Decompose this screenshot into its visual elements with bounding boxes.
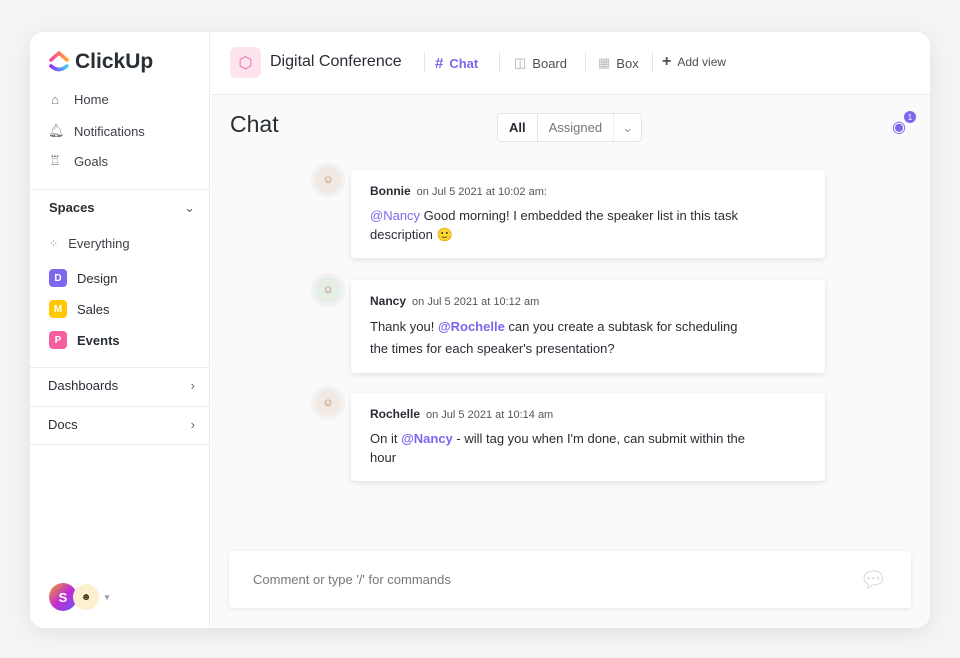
space-events[interactable]: P Events [49, 331, 120, 349]
spaces-header[interactable]: Spaces [49, 200, 95, 215]
divider [499, 52, 500, 72]
tab-label: Add view [677, 55, 727, 69]
message-author: Bonnie [370, 184, 411, 198]
space-label: Sales [77, 301, 110, 317]
hash-icon: # [435, 55, 444, 72]
spaces-label: Spaces [49, 200, 95, 215]
message-timestamp: on Jul 5 2021 at 10:12 am [412, 296, 540, 308]
tab-label: Chat [449, 56, 479, 71]
trophy-icon: ♖ [49, 153, 61, 168]
app-name: ClickUp [75, 50, 154, 73]
clickup-logo-icon [49, 51, 69, 72]
grid-icon: ⁘ [49, 238, 59, 250]
divider [424, 52, 425, 72]
filter-all[interactable]: All [498, 114, 538, 141]
sidebar-item-goals[interactable]: ♖ Goals [48, 153, 108, 169]
chevron-down-icon[interactable]: ⌄ [613, 114, 641, 141]
page-title: Digital Conference [270, 53, 402, 70]
space-label: Design [77, 270, 118, 286]
sidebar-item-label: Goals [74, 153, 108, 169]
divider [652, 52, 653, 72]
avatar: ☺ [315, 277, 341, 303]
mention-link[interactable]: @Rochelle [438, 319, 505, 334]
sidebar-item-home[interactable]: ⌂ Home [48, 92, 109, 107]
chevron-down-icon[interactable]: ⌄ [184, 200, 195, 216]
chevron-right-icon[interactable]: › [191, 378, 195, 393]
space-label: Events [77, 332, 120, 348]
add-view-button[interactable]: + Add view [662, 53, 726, 71]
chat-message: ☺ Nancy on Jul 5 2021 at 10:12 am Thank y… [315, 277, 825, 373]
divider [585, 52, 586, 72]
chat-message: ☺ Rochelle on Jul 5 2021 at 10:14 am On i… [315, 390, 825, 481]
message-text: On it [370, 431, 402, 446]
caret-down-icon: ▼ [103, 592, 111, 602]
app-window: ClickUp ⌂ Home 🔔︎ Notifications ♖ Goals Spa… [30, 32, 930, 628]
space-badge: D [49, 269, 67, 287]
cube-icon: ⬡ [230, 47, 261, 78]
sidebar-item-everything[interactable]: ⁘ Everything [49, 236, 130, 251]
tab-board[interactable]: ◫ Board [514, 55, 567, 71]
space-badge: M [49, 300, 67, 318]
message-timestamp: on Jul 5 2021 at 10:14 am [426, 409, 554, 421]
watchers-count: 1 [904, 111, 917, 123]
message-text: Good morning! I embedded the speaker lis… [370, 208, 738, 242]
sidebar-item-notifications[interactable]: 🔔︎ Notifications [48, 123, 145, 139]
watchers-button[interactable]: ◉ 1 [892, 111, 917, 137]
message-timestamp: on Jul 5 2021 at 10:02 am: [416, 186, 547, 198]
message-author: Nancy [370, 294, 407, 308]
plus-icon: + [662, 53, 672, 70]
comment-placeholder: Comment or type '/' for commands [253, 572, 451, 587]
box-grid-icon: ▦ [598, 55, 611, 70]
chat-title: Chat [230, 111, 279, 137]
sidebar-item-label: Everything [68, 236, 130, 251]
filter-toggle: All Assigned ⌄ [497, 113, 643, 142]
filter-assigned[interactable]: Assigned [538, 114, 613, 141]
sidebar-item-dashboards[interactable]: Dashboards [48, 378, 118, 393]
divider [30, 367, 210, 368]
sidebar-item-label: Dashboards [48, 378, 119, 393]
clickup-logo[interactable]: ClickUp [49, 50, 153, 74]
sidebar: ClickUp ⌂ Home 🔔︎ Notifications ♖ Goals Spa… [30, 32, 210, 628]
avatar: ☺ [315, 167, 341, 193]
tab-label: Box [616, 55, 639, 71]
comment-input[interactable]: Comment or type '/' for commands 💬︎ [229, 551, 911, 608]
sidebar-item-label: Docs [48, 417, 78, 432]
message-text: Thank you! [370, 319, 438, 334]
bell-icon: 🔔︎ [48, 123, 65, 138]
sidebar-item-label: Notifications [74, 123, 145, 139]
tab-chat[interactable]: # Chat [435, 55, 478, 72]
divider [30, 406, 210, 407]
divider [30, 444, 210, 445]
user-menu[interactable]: S ☻ ▼ [49, 583, 111, 611]
chat-message: ☺ Bonnie on Jul 5 2021 at 10:02 am: @Nanc… [315, 167, 825, 258]
tab-box[interactable]: ▦ Box [598, 55, 639, 71]
message-author: Rochelle [370, 407, 421, 421]
mention-link[interactable]: @Nancy [370, 208, 420, 223]
header: ⬡ Digital Conference # Chat ◫ Board ▦ Box +… [211, 32, 930, 95]
space-design[interactable]: D Design [49, 269, 117, 287]
sidebar-item-label: Home [74, 92, 109, 107]
avatar: ☺ [315, 390, 341, 416]
speech-bubble-icon: 💬︎ [859, 566, 887, 592]
board-icon: ◫ [514, 55, 527, 70]
sidebar-item-docs[interactable]: Docs [48, 417, 78, 432]
divider [30, 189, 210, 190]
space-sales[interactable]: M Sales [49, 300, 110, 318]
tab-label: Board [532, 55, 567, 71]
chevron-right-icon[interactable]: › [191, 417, 195, 432]
space-badge: P [49, 331, 67, 349]
eye-icon: ◉ [892, 119, 906, 136]
mention-link[interactable]: @Nancy [401, 431, 453, 446]
main-content: ⬡ Digital Conference # Chat ◫ Board ▦ Box +… [211, 32, 930, 628]
home-icon: ⌂ [51, 92, 59, 107]
avatar-photo: ☻ [73, 584, 99, 610]
